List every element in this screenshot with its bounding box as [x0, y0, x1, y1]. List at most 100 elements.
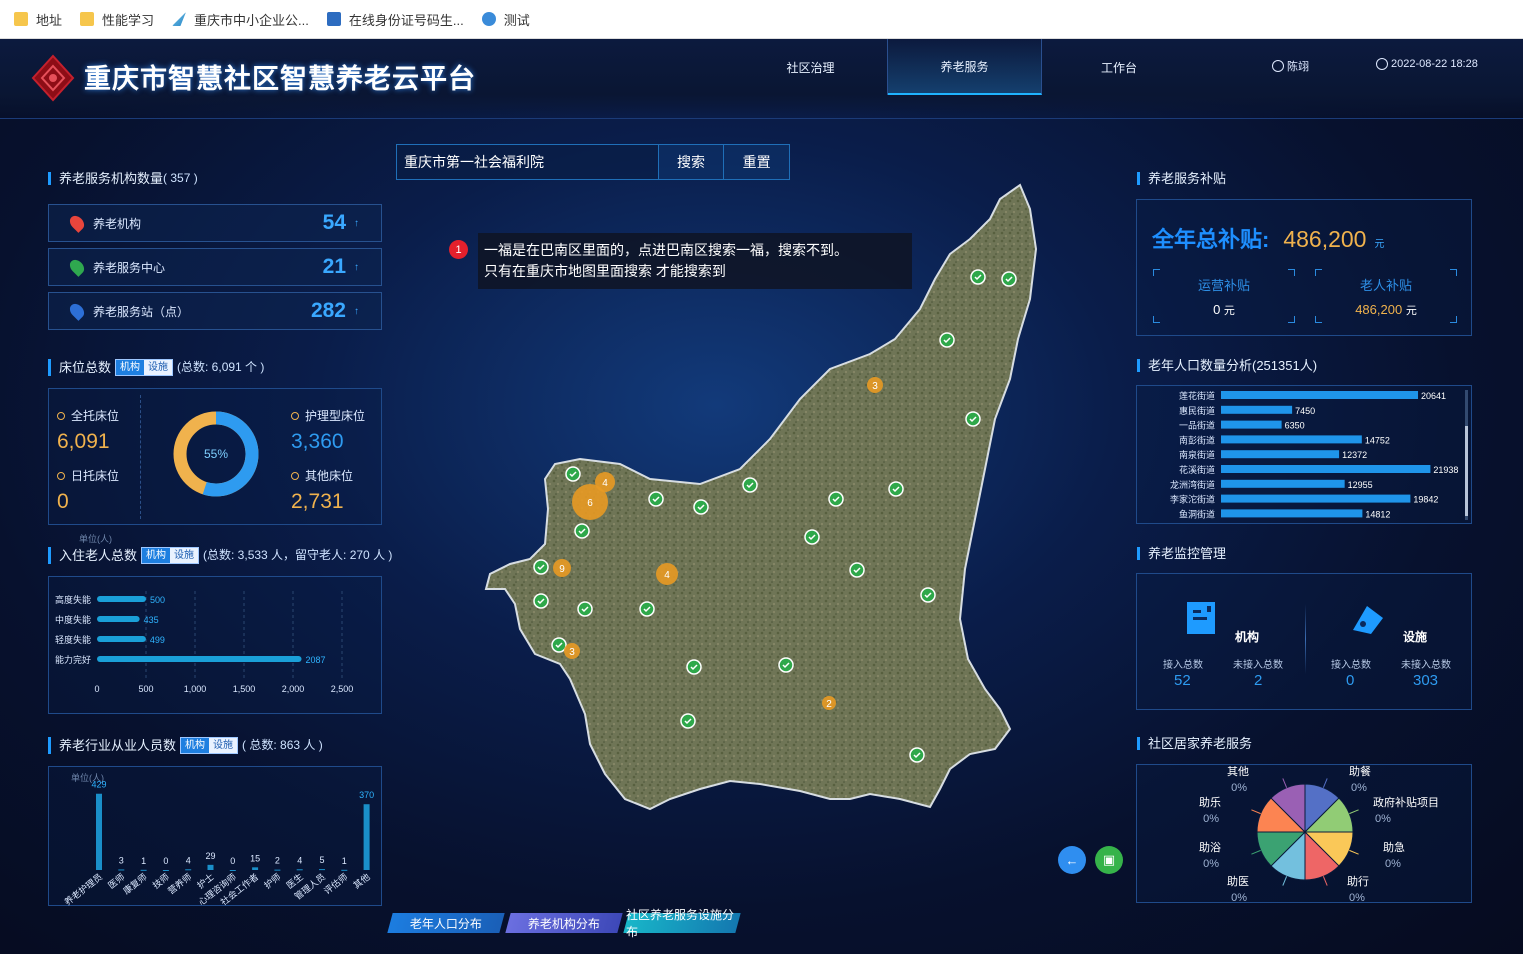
bookmarks-bar: 地址 性能学习 重庆市中小企业公... 在线身份证号码生... 测试 [0, 0, 1523, 39]
subsidy-item-value: 486,200 [1355, 302, 1403, 317]
bookmark-item[interactable]: 测试 [481, 10, 530, 29]
search-input[interactable] [397, 145, 658, 179]
bookmark-label: 在线身份证号码生... [348, 12, 464, 28]
tab-label: 养老机构分布 [527, 916, 600, 931]
x-category-label: 评估师 [321, 871, 349, 896]
institution-row[interactable]: 养老服务中心 21 ↑ [48, 248, 382, 286]
institution-label: 养老服务中心 [93, 260, 166, 275]
bar [1221, 509, 1363, 518]
y-category-label: 轻度失能 [55, 634, 91, 645]
staff-panel: 单位(人) 429 养老护理员 3 医师 1 康复师 0 技师 4 营养师 29 护士 0 心理咨询师 15 社… [48, 766, 382, 907]
bar [96, 793, 102, 870]
bookmark-item[interactable]: 性能学习 [80, 10, 154, 29]
bar [274, 869, 281, 871]
corner-decoration [1288, 269, 1295, 276]
chart-unit: 单位(人) [79, 533, 112, 544]
bar [97, 636, 146, 642]
bar [97, 656, 302, 662]
corner-decoration [1153, 269, 1160, 276]
monitor-label: 未接入总数 [1233, 660, 1283, 671]
beds-donut-chart: 55% [173, 411, 259, 497]
tab-elderly-population[interactable]: 老年人口分布 [387, 913, 505, 933]
institution-value: 282 [310, 299, 346, 322]
bar-value-label: 2087 [306, 655, 326, 665]
site-icon [172, 12, 187, 26]
main-nav: 社区治理 养老服务 工作台 [734, 39, 1196, 95]
x-tick-label: 0 [94, 684, 99, 694]
section-title-text: 养老服务补贴 [1148, 171, 1227, 186]
back-arrow-icon[interactable]: ← [1058, 846, 1086, 874]
bed-stat: 其他床位 2,731 [291, 467, 353, 514]
bar-value-label: 14752 [1365, 435, 1390, 445]
pie-category-label: 政府补贴项目 [1373, 795, 1439, 809]
monitor-group-name: 设施 [1403, 630, 1428, 644]
y-category-label: 莲花街道 [1179, 390, 1215, 401]
nav-workbench[interactable]: 工作台 [1042, 39, 1196, 95]
subsidy-total-value: 486,200 [1283, 226, 1367, 252]
bar [1221, 494, 1411, 503]
bed-label: 其他床位 [291, 467, 353, 484]
bed-label: 日托床位 [57, 467, 119, 484]
folder-icon [14, 12, 28, 26]
bookmark-item[interactable]: 在线身份证号码生... [326, 10, 464, 29]
toggle-facility[interactable]: 设施 [144, 360, 173, 375]
tab-facility-distribution[interactable]: 社区养老服务设施分布 [623, 908, 741, 939]
bed-value: 3,360 [291, 430, 344, 453]
subsidy-item-label: 老人补贴 [1359, 278, 1412, 293]
home-service-pie-chart: 助餐 0% 政府补贴项目 0% 助急 0% 助行 0% 助医 0% 助浴 0% 助乐 0% 其他 0% [1199, 764, 1439, 904]
section-title-institutions: 养老服务机构数量 ( 357 ) [48, 172, 198, 185]
toggle-institution[interactable]: 机构 [116, 360, 145, 375]
pie-value-label: 0% [1231, 782, 1247, 794]
subsidy-total-unit: 元 [1374, 239, 1385, 250]
bar [229, 870, 236, 871]
clock-icon [1376, 58, 1388, 70]
toggle-institution[interactable]: 机构 [181, 738, 210, 753]
corner-decoration [1450, 316, 1457, 323]
bookmark-item[interactable]: 地址 [14, 10, 62, 29]
pie-category-label: 助急 [1383, 840, 1405, 854]
nav-elderly-service[interactable]: 养老服务 [888, 39, 1042, 95]
x-category-label: 康复师 [121, 871, 149, 896]
nav-community-governance[interactable]: 社区治理 [734, 39, 888, 95]
monitor-label: 未接入总数 [1401, 660, 1451, 671]
population-bar-chart: 莲花街道 20641 惠民街道 7450 一品街道 6350 南彭街道 14752 南泉街道 12… [1170, 390, 1458, 519]
bar-value-label: 500 [150, 595, 165, 605]
section-title-monitor: 养老监控管理 [1137, 547, 1226, 560]
institution-row[interactable]: 养老服务站（点） 282 ↑ [48, 292, 382, 330]
pie-category-label: 其他 [1227, 765, 1249, 778]
institution-row[interactable]: 养老机构 54 ↑ [48, 204, 382, 242]
bar [97, 596, 146, 602]
staff-total: ( 总数: 863 人 ) [242, 738, 323, 752]
image-icon[interactable]: ▣ [1095, 846, 1123, 874]
y-category-label: 一品街道 [1179, 420, 1215, 431]
divider [140, 395, 141, 519]
bar [1221, 391, 1419, 399]
bar-value-label: 5 [319, 855, 324, 865]
bookmark-item[interactable]: 重庆市中小企业公... [172, 10, 309, 29]
pie-leader-line [1251, 849, 1261, 855]
bar [341, 869, 348, 871]
location-pin-icon [67, 257, 87, 277]
pie-leader-line [1349, 809, 1359, 815]
tab-institution-distribution[interactable]: 养老机构分布 [505, 913, 623, 933]
user-menu[interactable]: 陈翊 [1272, 58, 1309, 74]
reset-button[interactable]: 重置 [723, 145, 789, 179]
toggle-facility[interactable]: 设施 [209, 738, 238, 753]
section-title-text: 养老行业从业人员数 [59, 738, 177, 753]
population-scrollbar[interactable] [1465, 390, 1468, 520]
bar [162, 870, 169, 871]
section-title-subsidy: 养老服务补贴 [1137, 172, 1226, 185]
monitor-panel: 机构 接入总数 未接入总数 52 2 设施 接入总数 未接入总数 0 303 [1136, 573, 1472, 710]
section-title-population: 老年人口数量分析(251351人) [1137, 359, 1317, 372]
bar [1221, 420, 1282, 429]
staff-bar-chart: 单位(人)429养老护理员3医师1康复师0技师4营养师29护士0心理咨询师15社… [62, 772, 374, 907]
search-button[interactable]: 搜索 [657, 145, 724, 179]
annotation-note: 一福是在巴南区里面的，点进巴南区搜索一福，搜索不到。 只有在重庆市地图里面搜索 … [478, 233, 912, 289]
pie-category-label: 助医 [1227, 874, 1249, 888]
pie-value-label: 0% [1349, 892, 1365, 902]
subsidy-total-label: 全年总补贴: [1152, 227, 1270, 252]
institution-value: 21 [322, 255, 346, 278]
bookmark-label: 性能学习 [102, 12, 155, 28]
bar-value-label: 6350 [1285, 421, 1305, 431]
tab-label: 老年人口分布 [409, 916, 482, 931]
